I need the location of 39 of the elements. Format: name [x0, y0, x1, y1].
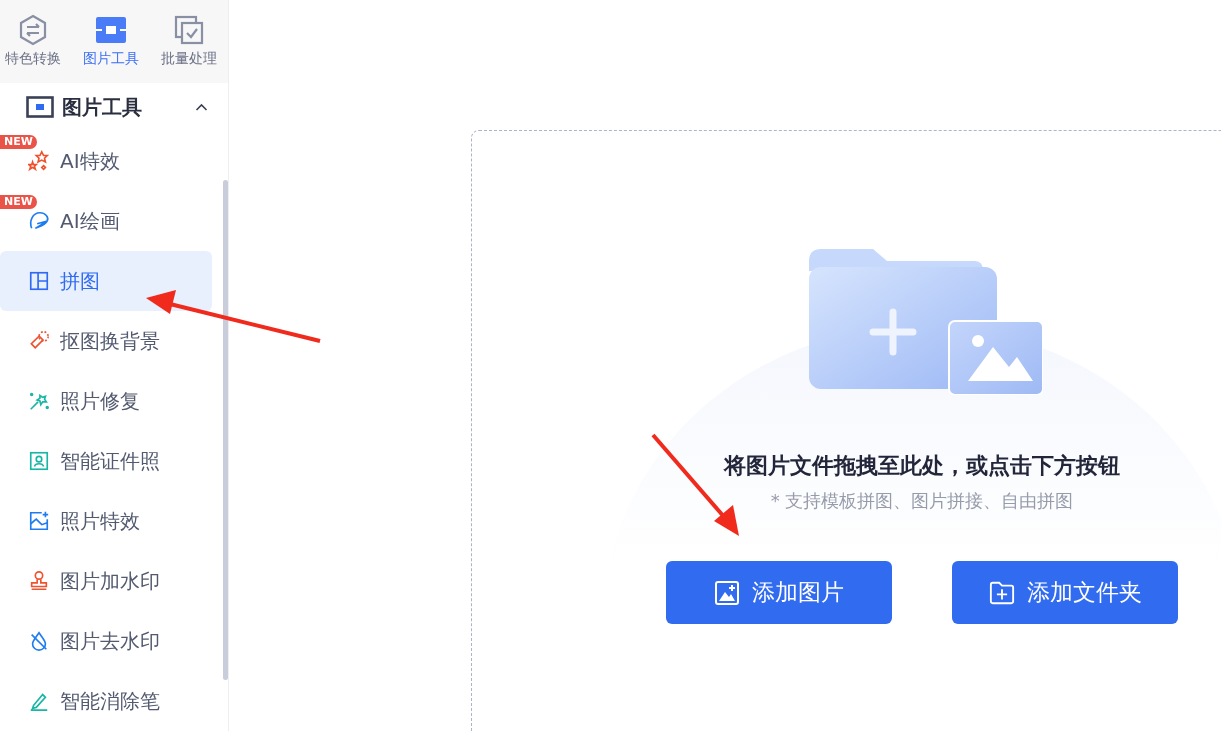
drop-zone-hint: * 支持模板拼图、图片拼接、自由拼图: [770, 489, 1074, 513]
sidebar-tab[interactable]: 特色转换: [0, 0, 72, 84]
sidebar-item[interactable]: 智能证件照: [0, 431, 212, 491]
wand-icon: [28, 390, 50, 412]
drop-icon: [28, 630, 50, 652]
sidebar-tab[interactable]: 图片工具: [72, 0, 150, 84]
pen-icon: [28, 690, 50, 712]
layout-icon: [28, 270, 50, 292]
sidebar-item[interactable]: NEW AI绘画: [0, 191, 212, 251]
chevron-icon: [195, 103, 208, 111]
folder-add-icon: [988, 579, 1015, 606]
sidebar-item[interactable]: 照片修复: [0, 371, 212, 431]
paint-icon: [28, 210, 50, 232]
sidebar-item[interactable]: 智能消除笔: [0, 671, 212, 731]
sidebar-item[interactable]: 照片特效: [0, 491, 212, 551]
sidebar-item[interactable]: 拼图: [0, 251, 212, 311]
swap-icon: [17, 14, 49, 46]
sidebar-item[interactable]: 图片去水印: [0, 611, 212, 671]
new-badge: NEW: [0, 135, 37, 149]
image-add-icon: [714, 579, 740, 606]
sidebar-item[interactable]: 图片加水印: [0, 551, 212, 611]
new-badge: NEW: [0, 195, 37, 209]
stars-icon: [28, 150, 50, 172]
picture-icon: [28, 510, 50, 532]
toolbox-icon: [26, 96, 54, 118]
add-image-button[interactable]: 添加图片: [666, 561, 892, 624]
eraser-icon: [28, 330, 50, 352]
drop-zone[interactable]: 将图片文件拖拽至此处，或点击下方按钮 * 支持模板拼图、图片拼接、自由拼图 添加图片 添加文件夹: [471, 130, 1221, 731]
add-folder-button[interactable]: 添加文件夹: [952, 561, 1178, 624]
toolbox-icon: [95, 14, 127, 46]
stamp-icon: [28, 570, 50, 592]
section-header[interactable]: 图片工具: [0, 83, 228, 131]
sidebar-item[interactable]: NEW AI特效: [0, 131, 212, 191]
scrollbar[interactable]: [223, 180, 228, 680]
stacked-check-icon: [173, 14, 205, 46]
drop-zone-title: 将图片文件拖拽至此处，或点击下方按钮: [724, 452, 1120, 480]
sidebar-tab[interactable]: 批量处理: [150, 0, 228, 84]
portrait-icon: [28, 450, 50, 472]
sidebar-item[interactable]: 抠图换背景: [0, 311, 212, 371]
